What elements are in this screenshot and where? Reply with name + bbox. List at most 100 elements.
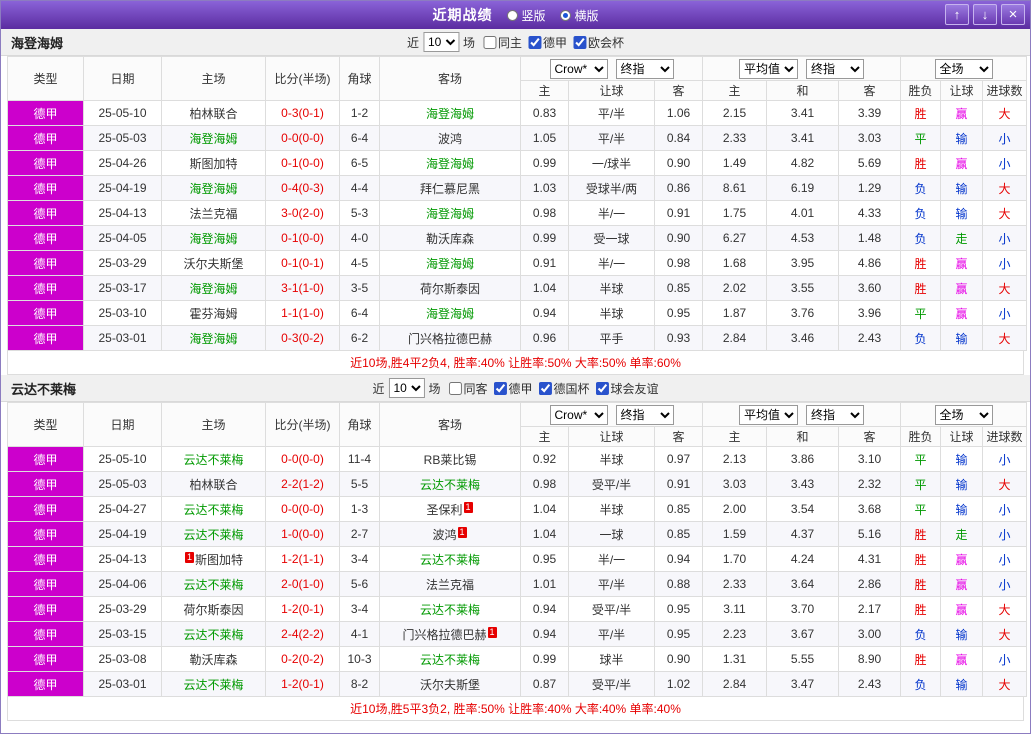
col-type: 类型 <box>7 56 84 101</box>
col-type: 类型 <box>7 402 84 447</box>
scope-select[interactable]: 全场 <box>934 404 993 425</box>
col-avg-home: 主 <box>702 80 767 101</box>
checkbox-input[interactable] <box>448 381 462 395</box>
scroll-down-button[interactable]: ↓ <box>973 4 997 25</box>
team-name: 沃尔夫斯堡 <box>419 677 480 692</box>
corners-cell: 5-3 <box>339 200 380 226</box>
avg-draw-odds-cell: 4.53 <box>766 225 839 251</box>
corners-cell: 6-2 <box>339 325 380 351</box>
filter-checkbox-同主[interactable]: 同主 <box>479 34 522 51</box>
radio-selected-icon[interactable] <box>559 9 571 21</box>
avg-draw-odds-cell: 3.41 <box>766 125 839 151</box>
layout-radio-vertical[interactable]: 竖版 <box>506 7 546 24</box>
average-select[interactable]: 平均值 <box>739 58 798 79</box>
team-name: 云达不莱梅 <box>183 627 244 642</box>
crown-handicap-cell: 半/一 <box>568 250 655 276</box>
recent-results-widget: 近期战绩 竖版 横版 ↑ ↓ × 海登海姆 近 10 场 同主 德甲 欧会杯 类… <box>0 0 1031 734</box>
corners-cell: 6-5 <box>339 150 380 176</box>
score-cell: 0-3(0-2) <box>265 325 340 351</box>
avg-draw-odds-cell: 4.24 <box>766 546 839 572</box>
avg-away-odds-cell: 4.86 <box>837 250 902 276</box>
filter-checkbox-德甲[interactable]: 德甲 <box>524 34 567 51</box>
crown-home-odds-cell: 1.05 <box>520 125 569 151</box>
checkbox-input[interactable] <box>538 381 552 395</box>
goals-result-cell: 小 <box>982 521 1028 547</box>
scope-select[interactable]: 全场 <box>934 58 993 79</box>
col-home: 主场 <box>161 402 266 447</box>
outcome-result-cell: 胜 <box>900 571 942 597</box>
scope-group-header: 全场 <box>900 56 1028 81</box>
crown-handicap-cell: 受平/半 <box>568 671 655 697</box>
odds-index-select[interactable]: 终指 <box>615 404 674 425</box>
checkbox-label: 球会友谊 <box>610 381 659 396</box>
average-select[interactable]: 平均值 <box>739 404 798 425</box>
avg-home-odds-cell: 6.27 <box>702 225 767 251</box>
league-cell: 德甲 <box>7 150 84 176</box>
team-name: 沃尔夫斯堡 <box>183 256 244 271</box>
outcome-result-cell: 胜 <box>900 275 942 301</box>
odds-index-select[interactable]: 终指 <box>615 58 674 79</box>
outcome-result-cell: 负 <box>900 175 942 201</box>
home-team-cell: 海登海姆 <box>161 275 266 301</box>
date-cell: 25-03-17 <box>83 275 162 301</box>
filter-checkbox-德甲[interactable]: 德甲 <box>490 380 533 397</box>
filter-checkbox-球会友谊[interactable]: 球会友谊 <box>592 380 659 397</box>
layout-radio-horizontal[interactable]: 横版 <box>559 7 599 24</box>
radio-icon[interactable] <box>506 9 518 21</box>
league-cell: 德甲 <box>7 225 84 251</box>
section-heidenheim: 海登海姆 近 10 场 同主 德甲 欧会杯 类型 日期 主场 比分(半场) 角球… <box>1 29 1030 375</box>
checkbox-input[interactable] <box>573 35 587 49</box>
team-name: 霍芬海姆 <box>189 306 238 321</box>
filter-checkbox-德国杯[interactable]: 德国杯 <box>535 380 590 397</box>
home-team-cell: 海登海姆 <box>161 225 266 251</box>
checkbox-input[interactable] <box>595 381 609 395</box>
bookmaker-select[interactable]: Crow* <box>549 404 608 425</box>
avg-index-select[interactable]: 终指 <box>806 404 864 425</box>
col-odds-home: 主 <box>520 80 569 101</box>
crown-away-odds-cell: 0.98 <box>654 250 703 276</box>
filter-checkbox-欧会杯[interactable]: 欧会杯 <box>569 34 624 51</box>
close-button[interactable]: × <box>1001 4 1025 25</box>
match-row: 德甲 25-05-10 柏林联合 0-3(0-1) 1-2 海登海姆 0.83 平/半 1.06… <box>7 100 1028 126</box>
avg-draw-odds-cell: 3.55 <box>766 275 839 301</box>
crown-handicap-cell: 受球半/两 <box>568 175 655 201</box>
team-name: 云达不莱梅 <box>419 477 480 492</box>
team-name: 荷尔斯泰因 <box>183 602 244 617</box>
checkbox-input[interactable] <box>528 35 542 49</box>
home-team-cell: 勒沃库森 <box>161 646 266 672</box>
outcome-result-cell: 负 <box>900 325 942 351</box>
bookmaker-select[interactable]: Crow* <box>549 58 608 79</box>
league-cell: 德甲 <box>7 446 84 472</box>
league-cell: 德甲 <box>7 125 84 151</box>
avg-away-odds-cell: 3.60 <box>837 275 902 301</box>
date-cell: 25-03-29 <box>83 250 162 276</box>
checkbox-input[interactable] <box>482 35 496 49</box>
scroll-up-button[interactable]: ↑ <box>945 4 969 25</box>
avg-home-odds-cell: 2.84 <box>702 671 767 697</box>
filter-checkbox-同客[interactable]: 同客 <box>444 380 488 397</box>
date-cell: 25-04-19 <box>83 175 162 201</box>
avg-home-odds-cell: 1.68 <box>702 250 767 276</box>
date-cell: 25-05-10 <box>83 100 162 126</box>
checkbox-input[interactable] <box>493 381 507 395</box>
avg-home-odds-cell: 2.13 <box>702 446 767 472</box>
avg-index-select[interactable]: 终指 <box>806 58 864 79</box>
avg-home-odds-cell: 2.15 <box>702 100 767 126</box>
crown-away-odds-cell: 1.06 <box>654 100 703 126</box>
handicap-result-cell: 输 <box>940 671 984 697</box>
recent-count-select[interactable]: 10 <box>388 378 425 398</box>
crown-away-odds-cell: 0.84 <box>654 125 703 151</box>
goals-result-cell: 大 <box>982 671 1028 697</box>
outcome-result-cell: 胜 <box>900 250 942 276</box>
section-header: 海登海姆 近 10 场 同主 德甲 欧会杯 <box>1 29 1030 56</box>
avg-away-odds-cell: 8.90 <box>837 646 902 672</box>
match-row: 德甲 25-03-17 海登海姆 3-1(1-0) 3-5 荷尔斯泰因 1.04 半球 0.85… <box>7 275 1028 301</box>
date-cell: 25-03-08 <box>83 646 162 672</box>
recent-count-select[interactable]: 10 <box>422 32 459 52</box>
team-name: 云达不莱梅 <box>183 502 244 517</box>
corners-cell: 11-4 <box>339 446 380 472</box>
home-team-cell: 斯图加特 <box>161 150 266 176</box>
handicap-result-cell: 输 <box>940 175 984 201</box>
home-team-cell: 云达不莱梅 <box>161 496 266 522</box>
col-score: 比分(半场) <box>265 402 340 447</box>
